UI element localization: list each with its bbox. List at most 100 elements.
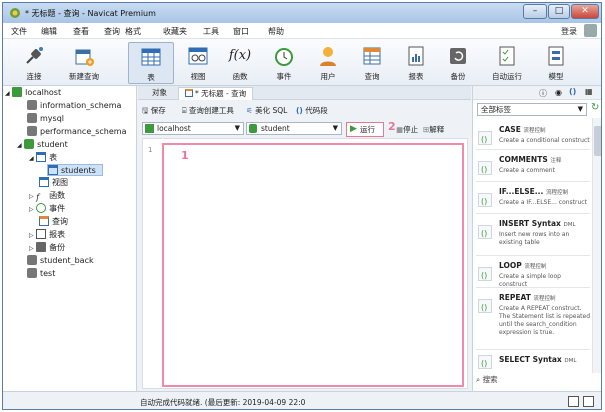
menu-help[interactable]: 帮助 bbox=[268, 26, 284, 37]
tree-item-student[interactable]: ◢ student bbox=[17, 139, 68, 151]
toolbar-model-button[interactable]: 模型 bbox=[533, 42, 579, 84]
stop-button[interactable]: ■停止 bbox=[396, 124, 418, 135]
info-icon[interactable]: ⓘ bbox=[539, 88, 547, 99]
line-number: 1 bbox=[148, 146, 153, 154]
tree-item-test[interactable]: test bbox=[27, 268, 55, 280]
toolbar-new-query-button[interactable]: 新建查询 bbox=[61, 42, 107, 84]
dropdown-arrow-icon: ▼ bbox=[234, 124, 240, 132]
layout-icon[interactable] bbox=[568, 396, 579, 407]
tree-item-student-back[interactable]: student_back bbox=[27, 255, 94, 267]
tree-item-reports[interactable]: ▷ 报表 bbox=[29, 229, 65, 241]
collapse-arrow-icon[interactable]: ◢ bbox=[17, 142, 22, 149]
snippet-select-syntax[interactable]: () SELECT Syntax DML bbox=[476, 352, 590, 372]
minimize-button[interactable]: – bbox=[523, 4, 547, 19]
annotation-1: 1 bbox=[181, 149, 189, 162]
dropdown-arrow-icon: ▼ bbox=[577, 105, 583, 113]
toolbar-function-button[interactable]: f(x) 函数 bbox=[217, 42, 263, 84]
save-button[interactable]: 🖫 保存 bbox=[142, 105, 166, 118]
clock-icon bbox=[275, 48, 293, 66]
tree-item-mysql[interactable]: mysql bbox=[27, 113, 64, 125]
avatar[interactable] bbox=[584, 24, 597, 37]
snippet-if-else[interactable]: () IF...ELSE... 流程控制 Create a IF...ELSE.… bbox=[476, 184, 590, 214]
tree-item-views[interactable]: 视图 bbox=[39, 177, 68, 189]
connection-icon bbox=[12, 87, 23, 97]
snippet-icon: () bbox=[478, 355, 492, 369]
toolbar-connect-button[interactable]: 连接 bbox=[11, 42, 57, 84]
tree-item-queries[interactable]: 查询 bbox=[39, 216, 68, 228]
layout-split-icon[interactable] bbox=[583, 396, 594, 407]
collapse-arrow-icon[interactable]: ◢ bbox=[5, 90, 10, 97]
database-select[interactable]: student ▼ bbox=[246, 122, 342, 135]
snippet-loop[interactable]: () LOOP 流程控制 Create a simple loop constr… bbox=[476, 258, 590, 288]
navicat-logo-icon bbox=[10, 8, 20, 18]
tree-item-performance-schema[interactable]: performance_schema bbox=[27, 126, 127, 138]
svg-text:(): () bbox=[481, 303, 487, 312]
menu-bar: 文件 编辑 查看 查询 格式 收藏夹 工具 窗口 帮助 登录 bbox=[3, 23, 601, 39]
code-snippet-icon[interactable]: () bbox=[569, 87, 576, 96]
query-tab-icon bbox=[185, 89, 193, 97]
snippet-repeat[interactable]: () REPEAT 流程控制 Create A REPEAT construct… bbox=[476, 290, 590, 350]
tree-item-functions[interactable]: ▷ f 函数 bbox=[29, 190, 65, 202]
toolbar-report-button[interactable]: 报表 bbox=[393, 42, 439, 84]
run-button[interactable]: ▶ 运行 bbox=[346, 122, 384, 137]
login-link[interactable]: 登录 bbox=[561, 26, 577, 37]
menu-window[interactable]: 窗口 bbox=[233, 26, 249, 37]
tree-item-tables[interactable]: ◢ 表 bbox=[29, 152, 57, 164]
tag-filter-select[interactable]: 全部标签 ▼ bbox=[477, 103, 587, 116]
toolbar-auto-run-button[interactable]: 自动运行 bbox=[481, 42, 533, 84]
beautify-icon: ⚟ bbox=[246, 106, 253, 115]
explain-button[interactable]: ⊞解释 bbox=[423, 124, 444, 135]
maximize-button[interactable]: □ bbox=[548, 4, 570, 19]
query-editor-area: 对象 * 无标题 - 查询 🖫 保存 ⌸ 查询创建工具 ⚟ 美化 SQL () … bbox=[138, 86, 471, 391]
menu-tools[interactable]: 工具 bbox=[203, 26, 219, 37]
tab-objects[interactable]: 对象 bbox=[146, 87, 173, 100]
status-text: 自动完成代码就绪. (最后更新: 2019-04-09 22:0 bbox=[140, 398, 306, 407]
menu-file[interactable]: 文件 bbox=[11, 26, 27, 37]
snippet-insert-syntax[interactable]: () INSERT Syntax DML Insert new rows int… bbox=[476, 216, 590, 256]
menu-favorites[interactable]: 收藏夹 bbox=[163, 26, 187, 37]
toolbar-backup-button[interactable]: 备份 bbox=[435, 42, 481, 84]
table-icon bbox=[36, 152, 47, 162]
menu-view[interactable]: 查看 bbox=[73, 26, 89, 37]
expand-arrow-icon[interactable]: ▷ bbox=[29, 232, 34, 239]
menu-format[interactable]: 格式 bbox=[125, 26, 141, 37]
sql-editor[interactable]: 1 1 bbox=[142, 138, 468, 389]
code-snippet-button[interactable]: () 代码段 bbox=[296, 105, 328, 116]
table-icon bbox=[48, 165, 58, 175]
tree-item-information-schema[interactable]: information_schema bbox=[27, 100, 121, 112]
grid-icon[interactable]: ▦ bbox=[585, 87, 593, 96]
snippet-scrollbar[interactable] bbox=[592, 118, 601, 373]
close-button[interactable]: ✕ bbox=[571, 4, 599, 19]
database-icon bbox=[249, 124, 257, 133]
toolbar-query-button[interactable]: 查询 bbox=[349, 42, 395, 84]
toolbar-user-button[interactable]: 用户 bbox=[305, 42, 351, 84]
collapse-arrow-icon[interactable]: ◢ bbox=[29, 155, 34, 162]
toolbar-view-button[interactable]: 视图 bbox=[175, 42, 221, 84]
tree-item-students[interactable]: students bbox=[47, 164, 103, 176]
snippet-comments[interactable]: () COMMENTS 注释 Create a comment bbox=[476, 152, 590, 182]
scrollbar-thumb[interactable] bbox=[594, 126, 601, 156]
menu-query[interactable]: 查询 bbox=[104, 26, 120, 37]
expand-arrow-icon[interactable]: ▷ bbox=[29, 245, 34, 252]
snippet-search[interactable]: ⌕ 搜索 bbox=[476, 374, 498, 385]
refresh-icon[interactable]: ↻ bbox=[591, 102, 599, 113]
tree-item-backups[interactable]: ▷ 备份 bbox=[29, 242, 65, 254]
dropdown-arrow-icon: ▼ bbox=[332, 124, 338, 132]
navigation-tree: ◢ localhost information_schema mysql per… bbox=[3, 86, 137, 391]
object-icon[interactable]: ◉ bbox=[555, 88, 562, 97]
query-builder-button[interactable]: ⌸ 查询创建工具 bbox=[182, 105, 234, 116]
menu-edit[interactable]: 编辑 bbox=[41, 26, 57, 37]
tree-item-localhost[interactable]: ◢ localhost bbox=[5, 87, 61, 99]
tab-query[interactable]: * 无标题 - 查询 bbox=[178, 87, 254, 100]
expand-arrow-icon[interactable]: ▷ bbox=[29, 193, 34, 200]
query-icon bbox=[363, 47, 381, 65]
tree-item-events[interactable]: ▷ 事件 bbox=[29, 203, 65, 215]
annotation-2: 2 bbox=[388, 120, 396, 133]
toolbar-event-button[interactable]: 事件 bbox=[261, 42, 307, 84]
connection-select[interactable]: localhost ▼ bbox=[142, 122, 244, 135]
toolbar-table-button[interactable]: 表 bbox=[128, 42, 174, 84]
beautify-sql-button[interactable]: ⚟ 美化 SQL bbox=[246, 105, 287, 116]
title-bar[interactable]: * 无标题 - 查询 - Navicat Premium – □ ✕ bbox=[3, 3, 601, 23]
snippet-case[interactable]: () CASE 流程控制 Create a conditional constr… bbox=[476, 122, 590, 150]
expand-arrow-icon[interactable]: ▷ bbox=[29, 206, 34, 213]
